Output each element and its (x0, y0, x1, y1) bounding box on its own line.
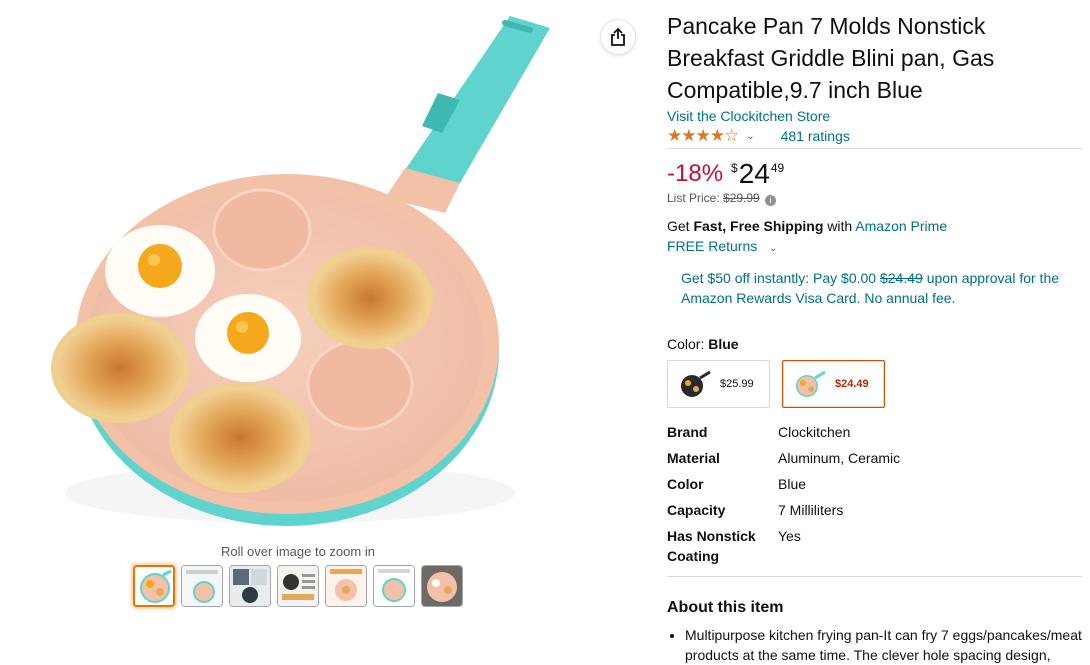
amazon-prime-link[interactable]: Amazon Prime (855, 218, 947, 234)
spec-value: Aluminum, Ceramic (778, 450, 901, 466)
price-currency: $ (731, 161, 738, 175)
color-value: Blue (708, 336, 739, 352)
zoom-hint: Roll over image to zoom in (221, 544, 375, 559)
offer-strike-price: $24.49 (879, 270, 923, 286)
spec-key: Has Nonstick Coating (667, 528, 756, 564)
shipping-with: with (827, 218, 853, 234)
spec-row-material: Material Aluminum, Ceramic (667, 448, 1082, 468)
thumbnail-3[interactable] (229, 565, 271, 607)
spec-key: Capacity (667, 502, 726, 518)
list-price: List Price: $29.99 i (667, 191, 1082, 206)
product-specs: Brand Clockitchen Material Aluminum, Cer… (667, 422, 1082, 566)
color-label: Color: (667, 336, 705, 352)
thumbnail-1[interactable] (133, 565, 175, 607)
blue-pan-thumbnail (796, 370, 826, 397)
swatch-black[interactable]: $25.99 (667, 360, 770, 408)
product-info-panel: Pancake Pan 7 Molds Nonstick Breakfast G… (667, 10, 1082, 665)
spec-value: Blue (778, 476, 807, 492)
free-returns-label: FREE Returns (667, 238, 758, 254)
price-whole: 24 (738, 158, 770, 189)
divider (667, 148, 1082, 149)
shipping-line: Get Fast, Free Shipping with Amazon Prim… (667, 216, 1082, 236)
color-swatches: $25.99 $24.49 (667, 360, 1082, 408)
black-pan-thumbnail (681, 370, 711, 397)
main-product-image[interactable] (40, 8, 560, 543)
ratings-count-link[interactable]: 481 ratings (781, 128, 850, 144)
about-heading: About this item (667, 599, 784, 616)
chevron-down-icon: ⌄ (769, 243, 778, 254)
list-price-label: List Price: (667, 191, 720, 205)
spec-value: 7 Milliliters (778, 502, 844, 518)
swatch-blue[interactable]: $24.49 (782, 360, 885, 408)
free-returns-link[interactable]: FREE Returns ⌄ (667, 236, 1082, 259)
thumbnail-strip (133, 565, 463, 607)
current-price: $ 24 49 (731, 159, 784, 189)
share-button[interactable] (600, 19, 636, 55)
spec-row-nonstick: Has Nonstick Coating Yes (667, 526, 1082, 566)
shipping-fast-free: Fast, Free Shipping (693, 218, 824, 234)
rewards-card-offer[interactable]: Get $50 off instantly: Pay $0.00 $24.49 … (681, 268, 1061, 308)
price-row: -18% $ 24 49 (667, 159, 1082, 189)
spec-row-capacity: Capacity 7 Milliliters (667, 500, 1082, 520)
discount-percent: -18% (667, 160, 724, 187)
product-page: Roll over image to zoom in Pancake Pan 7… (0, 0, 1090, 665)
spec-value: Yes (778, 528, 801, 544)
offer-text-1: Get $50 off instantly: Pay $0.00 (681, 270, 877, 286)
info-icon[interactable]: i (765, 195, 777, 206)
thumbnail-6[interactable] (373, 565, 415, 607)
thumbnail-7[interactable] (421, 565, 463, 607)
spec-key: Color (667, 476, 704, 492)
thumbnail-5[interactable] (325, 565, 367, 607)
chevron-down-icon[interactable]: ⌄ (746, 131, 754, 142)
about-bullet: Multipurpose kitchen frying pan-It can f… (685, 625, 1082, 665)
rating-row: ★★★★☆ ⌄ 481 ratings (667, 126, 1082, 146)
share-icon (611, 27, 625, 46)
spec-row-brand: Brand Clockitchen (667, 422, 1082, 442)
spec-key: Material (667, 450, 720, 466)
shipping-get: Get (667, 218, 690, 234)
thumbnail-4[interactable] (277, 565, 319, 607)
product-title: Pancake Pan 7 Molds Nonstick Breakfast G… (667, 13, 995, 103)
star-rating-icon[interactable]: ★★★★☆ (667, 126, 739, 146)
about-bullets: Multipurpose kitchen frying pan-It can f… (667, 625, 1082, 665)
spec-row-color: Color Blue (667, 474, 1082, 494)
divider (667, 576, 1082, 577)
spec-key: Brand (667, 424, 708, 440)
spec-value: Clockitchen (778, 424, 851, 440)
swatch-price: $24.49 (835, 378, 869, 390)
color-label-row: Color: Blue (667, 336, 1082, 352)
swatch-price: $25.99 (720, 378, 754, 390)
store-link[interactable]: Visit the Clockitchen Store (667, 108, 1082, 124)
list-price-value: $29.99 (723, 191, 760, 205)
price-fraction: 49 (770, 161, 785, 175)
thumbnail-2[interactable] (181, 565, 223, 607)
